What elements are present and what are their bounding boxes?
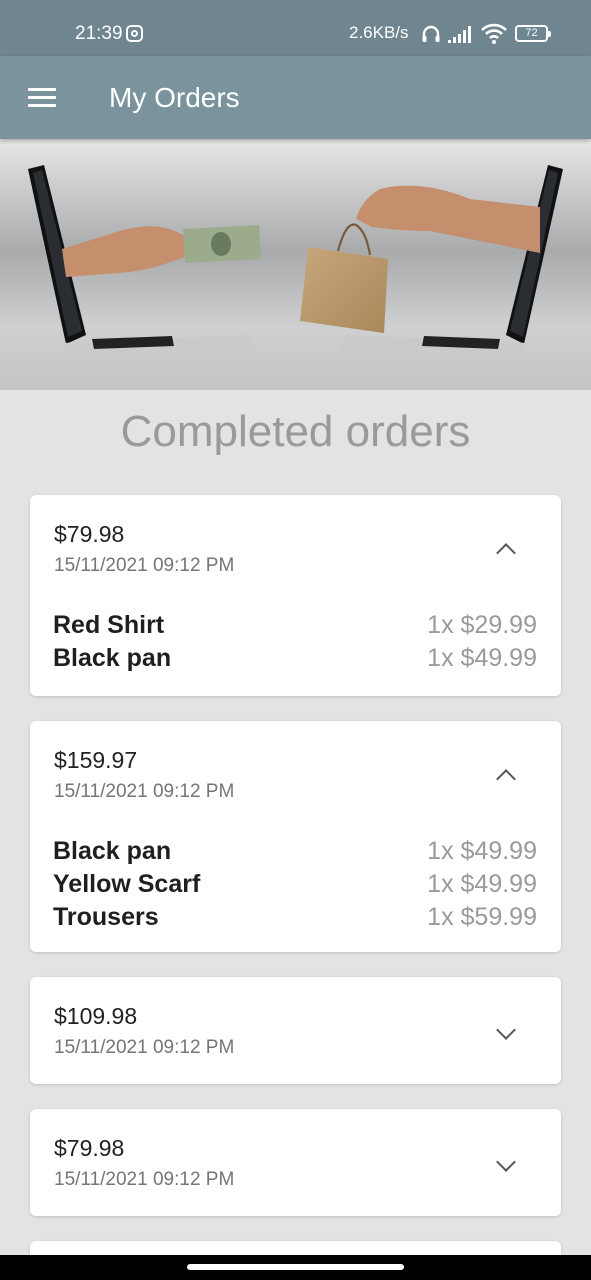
order-item: Trousers 1x $59.99 <box>53 903 537 935</box>
home-indicator[interactable] <box>187 1264 404 1270</box>
item-qty-price: 1x $49.99 <box>427 837 537 865</box>
order-card[interactable] <box>30 1241 561 1255</box>
menu-icon[interactable] <box>28 86 56 108</box>
item-name: Black pan <box>53 644 172 672</box>
headset-icon <box>422 25 440 42</box>
app-bar: My Orders <box>0 56 591 139</box>
page-title: My Orders <box>109 82 240 113</box>
status-time: 21:39 <box>75 23 123 44</box>
order-total: $159.97 <box>54 747 138 773</box>
order-date: 15/11/2021 09:12 PM <box>54 1169 235 1190</box>
order-total: $79.98 <box>54 1135 125 1161</box>
item-name: Trousers <box>53 903 159 931</box>
order-card[interactable]: $79.98 15/11/2021 09:12 PM <box>30 1109 561 1216</box>
order-total: $79.98 <box>54 521 125 547</box>
signal-icon <box>448 26 471 43</box>
item-name: Red Shirt <box>53 611 165 639</box>
wifi-icon <box>481 23 507 44</box>
section-title: Completed orders <box>120 407 471 456</box>
order-card[interactable]: $159.97 15/11/2021 09:12 PM Black pan 1x… <box>30 721 561 952</box>
battery-icon: 72 <box>515 25 551 42</box>
item-name: Black pan <box>53 837 172 865</box>
order-total: $109.98 <box>54 1003 138 1029</box>
order-item: Red Shirt 1x $29.99 <box>53 611 537 643</box>
order-date: 15/11/2021 09:12 PM <box>54 555 235 576</box>
order-card[interactable]: $79.98 15/11/2021 09:12 PM Red Shirt 1x … <box>30 495 561 696</box>
item-qty-price: 1x $59.99 <box>427 903 537 931</box>
order-date: 15/11/2021 09:12 PM <box>54 781 235 802</box>
instagram-icon <box>126 25 143 42</box>
chevron-down-icon[interactable] <box>496 1152 516 1172</box>
chevron-up-icon[interactable] <box>496 769 516 789</box>
item-qty-price: 1x $49.99 <box>427 870 537 898</box>
chevron-down-icon[interactable] <box>496 1020 516 1040</box>
item-qty-price: 1x $29.99 <box>427 611 537 639</box>
order-card[interactable]: $109.98 15/11/2021 09:12 PM <box>30 977 561 1084</box>
system-nav-bar <box>0 1255 591 1280</box>
item-qty-price: 1x $49.99 <box>427 644 537 672</box>
order-item: Black pan 1x $49.99 <box>53 644 537 676</box>
item-name: Yellow Scarf <box>53 870 201 898</box>
hero-banner-image <box>0 139 591 390</box>
order-item: Black pan 1x $49.99 <box>53 837 537 869</box>
order-date: 15/11/2021 09:12 PM <box>54 1037 235 1058</box>
status-bar: 21:39 2.6KB/s 72 <box>0 0 591 56</box>
network-speed: 2.6KB/s <box>349 23 409 42</box>
order-item: Yellow Scarf 1x $49.99 <box>53 870 537 902</box>
chevron-up-icon[interactable] <box>496 543 516 563</box>
